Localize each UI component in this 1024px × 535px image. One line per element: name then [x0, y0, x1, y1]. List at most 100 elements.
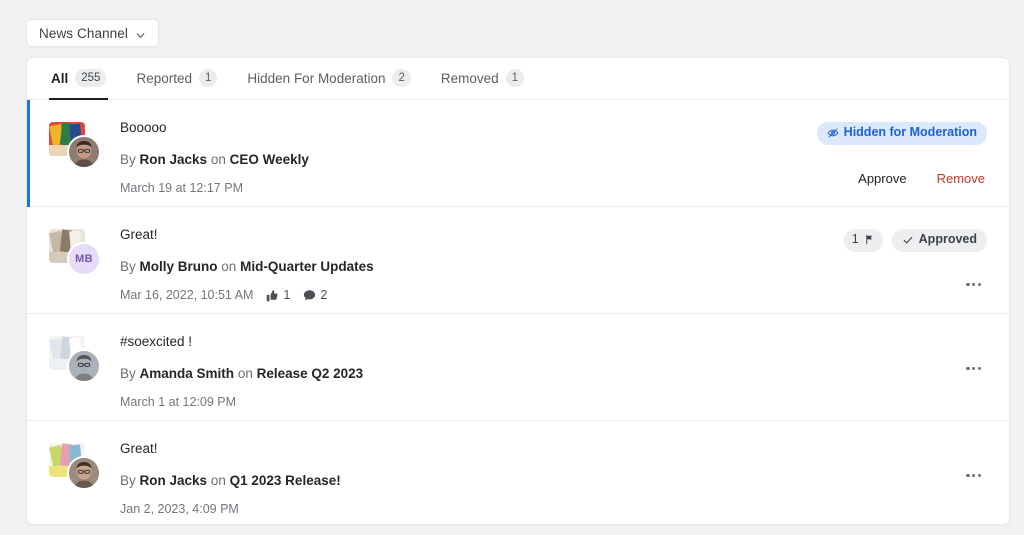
- flag-count-badge: 1: [844, 229, 883, 252]
- comment-text: Booooo: [120, 119, 817, 137]
- comment-content: Booooo By Ron Jacks on CEO Weekly March 19…: [101, 120, 817, 195]
- on-word: on: [221, 259, 236, 274]
- comment-post-title[interactable]: Q1 2023 Release!: [230, 473, 341, 488]
- reply-count: 2: [303, 288, 327, 302]
- author-photo-avatar: [67, 135, 101, 169]
- tab-label: Removed: [441, 71, 499, 86]
- comment-attribution: By Molly Bruno on Mid-Quarter Updates: [120, 258, 844, 276]
- channel-selector-label: News Channel: [39, 26, 128, 41]
- page-scrollbar[interactable]: [1017, 60, 1022, 480]
- remove-button[interactable]: Remove: [937, 171, 985, 186]
- dot: [966, 474, 969, 477]
- by-prefix: By: [120, 366, 136, 381]
- comment-row[interactable]: #soexcited ! By Amanda Smith on Release Q…: [27, 314, 1009, 421]
- more-options-button[interactable]: [964, 470, 983, 481]
- tab-count-badge: 2: [392, 69, 410, 86]
- tab-count-badge: 1: [506, 69, 524, 86]
- tab-reported[interactable]: Reported 1: [134, 58, 219, 100]
- dot: [972, 474, 975, 477]
- moderation-actions: Approve Remove: [858, 171, 985, 186]
- comment-author[interactable]: Molly Bruno: [140, 259, 218, 274]
- comment-author[interactable]: Ron Jacks: [140, 473, 208, 488]
- comment-actions: [964, 441, 987, 481]
- tab-bar: All 255 Reported 1 Hidden For Moderation 2 Rem…: [27, 58, 1009, 100]
- avatar: [49, 122, 101, 172]
- by-prefix: By: [120, 259, 136, 274]
- status-badge: Hidden for Moderation: [817, 122, 987, 145]
- comment-attribution: By Ron Jacks on Q1 2023 Release!: [120, 472, 964, 490]
- comment-timestamp: Mar 16, 2022, 10:51 AM: [120, 288, 253, 302]
- comment-meta: March 19 at 12:17 PM: [120, 181, 817, 195]
- tab-label: All: [51, 71, 68, 86]
- status-badge-label: Hidden for Moderation: [844, 125, 977, 141]
- dot: [972, 367, 975, 370]
- comment-post-title[interactable]: CEO Weekly: [230, 152, 309, 167]
- dot: [978, 474, 981, 477]
- dot: [966, 367, 969, 370]
- comment-timestamp: March 19 at 12:17 PM: [120, 181, 243, 195]
- comment-author[interactable]: Ron Jacks: [140, 152, 208, 167]
- tab-label: Reported: [136, 71, 192, 86]
- tab-count-badge: 1: [199, 69, 217, 86]
- on-word: on: [238, 366, 253, 381]
- comment-content: Great! By Ron Jacks on Q1 2023 Release! Ja…: [101, 441, 964, 516]
- comment-meta: Jan 2, 2023, 4:09 PM: [120, 502, 964, 516]
- comment-content: #soexcited ! By Amanda Smith on Release Q…: [101, 334, 964, 409]
- comment-attribution: By Amanda Smith on Release Q2 2023: [120, 365, 964, 383]
- tab-label: Hidden For Moderation: [247, 71, 385, 86]
- tab-removed[interactable]: Removed 1: [439, 58, 526, 100]
- avatar: [49, 336, 101, 386]
- status-badge-label: Approved: [919, 232, 977, 248]
- comment-timestamp: Jan 2, 2023, 4:09 PM: [120, 502, 239, 516]
- comment-row[interactable]: Great! By Ron Jacks on Q1 2023 Release! Ja…: [27, 421, 1009, 525]
- comments-list: Booooo By Ron Jacks on CEO Weekly March 19…: [27, 100, 1009, 525]
- status-badges: Hidden for Moderation: [817, 122, 987, 145]
- dot: [978, 367, 981, 370]
- comment-row[interactable]: MB Great! By Molly Bruno on Mid-Quarter Up…: [27, 207, 1009, 314]
- more-options-button[interactable]: [964, 363, 983, 374]
- comment-content: Great! By Molly Bruno on Mid-Quarter Upda…: [101, 227, 844, 302]
- status-badges: 1 Approved: [844, 229, 987, 252]
- tab-hidden-for-moderation[interactable]: Hidden For Moderation 2: [245, 58, 412, 100]
- channel-selector-dropdown[interactable]: News Channel: [26, 19, 159, 47]
- comment-icon: [303, 289, 316, 302]
- chevron-down-icon: [135, 28, 146, 39]
- comment-attribution: By Ron Jacks on CEO Weekly: [120, 151, 817, 169]
- comment-text: #soexcited !: [120, 333, 964, 351]
- avatar: MB: [49, 229, 101, 279]
- tab-all[interactable]: All 255: [49, 58, 108, 100]
- dot: [966, 283, 969, 286]
- comment-actions: Hidden for Moderation Approve Remove: [817, 120, 987, 186]
- dot: [978, 283, 981, 286]
- eye-off-icon: [827, 127, 839, 139]
- tab-count-badge: 255: [75, 69, 106, 86]
- comment-text: Great!: [120, 226, 844, 244]
- on-word: on: [211, 473, 226, 488]
- comment-row[interactable]: Booooo By Ron Jacks on CEO Weekly March 19…: [27, 100, 1009, 207]
- dot: [972, 283, 975, 286]
- on-word: on: [211, 152, 226, 167]
- by-prefix: By: [120, 152, 136, 167]
- comment-meta: March 1 at 12:09 PM: [120, 395, 964, 409]
- approve-button[interactable]: Approve: [858, 171, 906, 186]
- author-initials-avatar: MB: [67, 242, 101, 276]
- author-photo-avatar: [67, 456, 101, 490]
- comment-moderation-page: News Channel All 255 Reported 1 Hidden For M…: [0, 0, 1024, 535]
- flag-icon: [864, 234, 875, 245]
- comment-text: Great!: [120, 440, 964, 458]
- comment-timestamp: March 1 at 12:09 PM: [120, 395, 236, 409]
- comment-post-title[interactable]: Mid-Quarter Updates: [240, 259, 374, 274]
- comment-author[interactable]: Amanda Smith: [140, 366, 235, 381]
- more-options-button[interactable]: [964, 279, 983, 290]
- comment-actions: [964, 334, 987, 374]
- comments-card: All 255 Reported 1 Hidden For Moderation 2 Rem…: [26, 57, 1010, 525]
- by-prefix: By: [120, 473, 136, 488]
- author-photo-avatar: [67, 349, 101, 383]
- status-badge: Approved: [892, 229, 987, 252]
- thumbs-up-icon: [266, 289, 279, 302]
- avatar: [49, 443, 101, 493]
- like-count: 1: [266, 288, 290, 302]
- comment-meta: Mar 16, 2022, 10:51 AM 12: [120, 288, 844, 302]
- comment-post-title[interactable]: Release Q2 2023: [257, 366, 364, 381]
- check-icon: [902, 234, 914, 246]
